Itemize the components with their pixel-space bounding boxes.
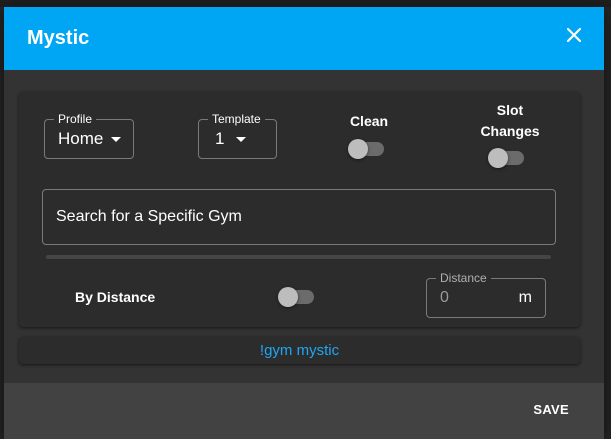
profile-select-label: Profile — [54, 112, 97, 126]
dialog-title: Mystic — [27, 27, 90, 49]
divider — [46, 255, 551, 259]
gym-command-link[interactable]: !gym mystic — [19, 342, 580, 359]
distance-unit: m — [518, 289, 532, 306]
close-icon[interactable] — [562, 23, 586, 47]
distance-input-value: 0 — [440, 289, 449, 306]
command-card: !gym mystic — [19, 337, 580, 364]
profile-select[interactable]: Profile Home — [44, 112, 134, 159]
distance-input-label: Distance — [436, 271, 491, 285]
profile-select-value: Home — [58, 129, 104, 148]
template-select[interactable]: Template 1 — [198, 112, 277, 159]
clean-toggle[interactable] — [348, 139, 384, 159]
filter-card: Profile Home Template 1 Clean Slot Chang… — [19, 92, 580, 327]
chevron-down-icon — [111, 137, 121, 142]
distance-input[interactable]: Distance 0 m — [426, 271, 546, 318]
dialog-header: Mystic — [4, 7, 604, 70]
mystic-dialog: Mystic Profile Home Template 1 Clean Slo… — [4, 7, 604, 439]
gym-search-input[interactable]: Search for a Specific Gym — [42, 189, 556, 245]
slot-changes-toggle[interactable] — [488, 148, 524, 168]
save-button[interactable]: SAVE — [533, 402, 569, 417]
chevron-down-icon — [236, 137, 246, 142]
slot-changes-label-line2: Changes — [480, 123, 540, 139]
template-select-label: Template — [208, 112, 265, 126]
backdrop — [0, 0, 611, 7]
by-distance-toggle-thumb — [278, 287, 298, 307]
slot-changes-label: Slot Changes — [474, 100, 546, 142]
slot-changes-toggle-thumb — [488, 148, 508, 168]
dialog-footer: SAVE — [4, 383, 604, 439]
slot-changes-label-line1: Slot — [496, 102, 524, 118]
by-distance-toggle[interactable] — [278, 287, 314, 307]
by-distance-label: By Distance — [75, 289, 156, 305]
template-select-value: 1 — [215, 129, 225, 148]
clean-label: Clean — [349, 113, 389, 129]
clean-toggle-thumb — [348, 139, 368, 159]
